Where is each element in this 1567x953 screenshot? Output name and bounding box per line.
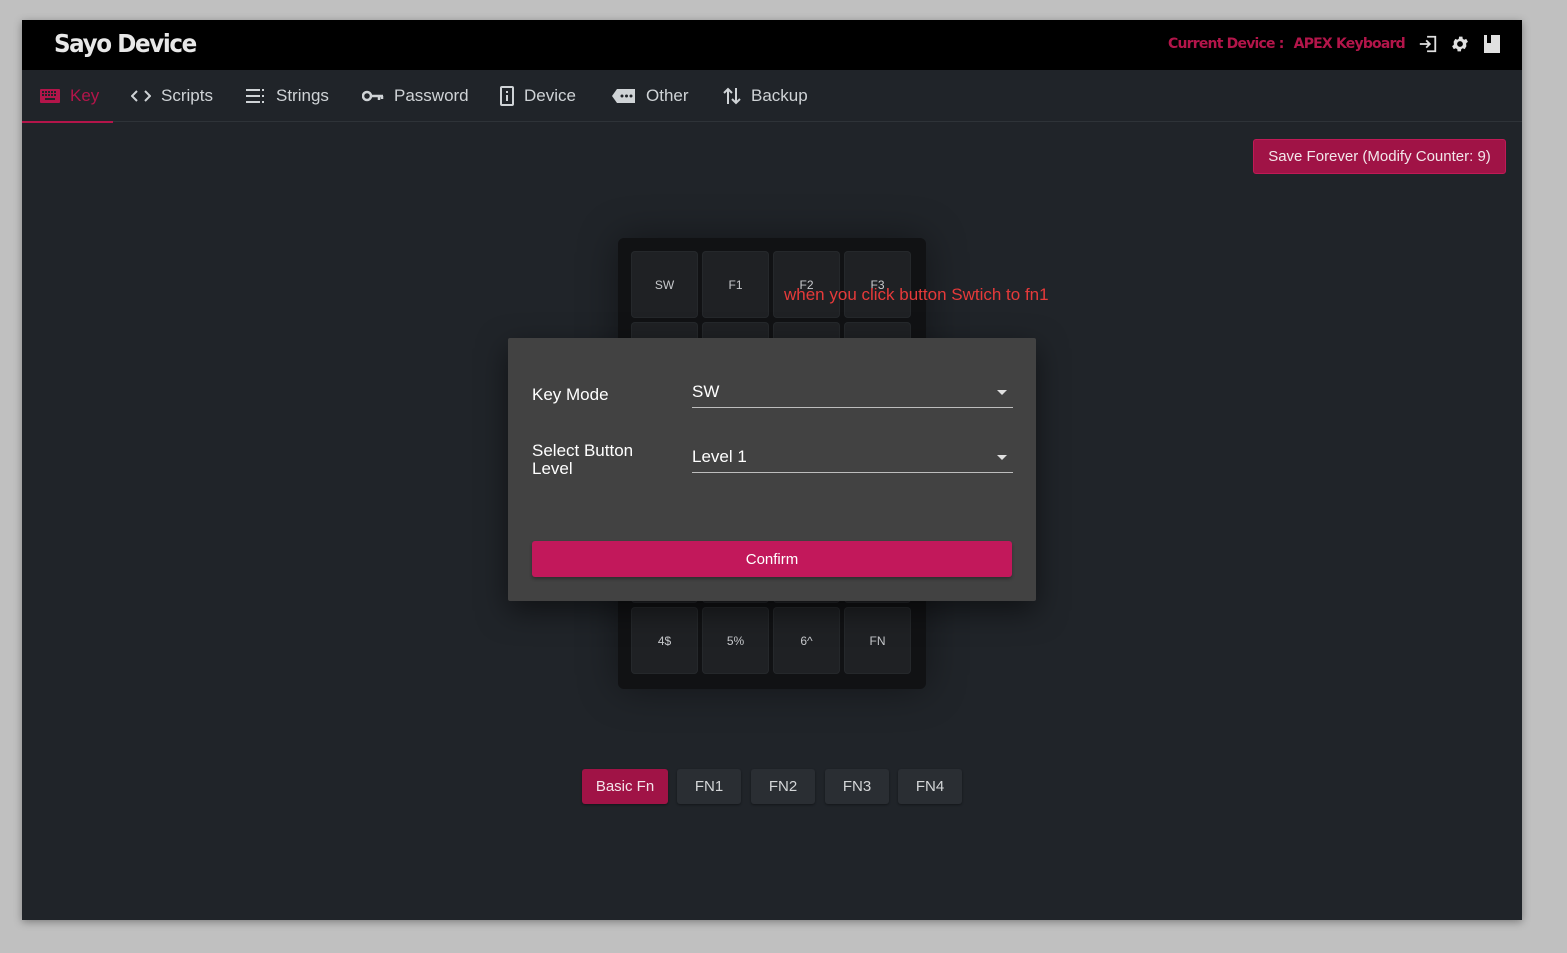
chevron-down-icon: [997, 455, 1007, 460]
key-f1[interactable]: F1: [702, 251, 769, 318]
current-device-label: Current Device :: [1168, 36, 1284, 52]
chevron-down-icon: [997, 390, 1007, 395]
confirm-button[interactable]: Confirm: [532, 541, 1012, 577]
device-icon: [500, 86, 514, 106]
button-level-value: Level 1: [692, 447, 747, 466]
fn-tab-fn1[interactable]: FN1: [677, 769, 741, 804]
tab-key-label: Key: [70, 86, 100, 105]
key-6[interactable]: 6^: [773, 607, 840, 674]
fn-tab-basic[interactable]: Basic Fn: [582, 769, 668, 804]
tab-password-label: Password: [394, 86, 469, 105]
button-level-label-line2: Level: [532, 459, 573, 478]
fn-tab-fn2[interactable]: FN2: [751, 769, 815, 804]
key-mode-select[interactable]: SW: [692, 378, 1013, 408]
tab-strings[interactable]: Strings: [246, 70, 329, 122]
tab-scripts[interactable]: Scripts: [131, 70, 213, 122]
tab-password[interactable]: Password: [362, 70, 469, 122]
main-tabs: Key Scripts Strings Password Device Othe…: [22, 70, 1522, 123]
key-sw[interactable]: SW: [631, 251, 698, 318]
key-mode-label: Key Mode: [532, 385, 609, 404]
top-bar: Sayo Device Current Device : APEX Keyboa…: [22, 20, 1522, 70]
code-icon: [131, 90, 151, 102]
keyboard-icon: [40, 89, 60, 103]
current-device: Current Device : APEX Keyboard: [1168, 36, 1406, 52]
tab-backup-label: Backup: [751, 86, 808, 105]
tab-strings-label: Strings: [276, 86, 329, 105]
tab-other[interactable]: Other: [612, 70, 689, 122]
key-mode-value: SW: [692, 382, 720, 401]
tab-device-label: Device: [524, 86, 576, 105]
dots-icon: [612, 89, 635, 103]
tab-backup[interactable]: Backup: [723, 70, 808, 122]
tab-other-label: Other: [646, 86, 689, 105]
current-device-name: APEX Keyboard: [1293, 36, 1406, 52]
button-level-select[interactable]: Level 1: [692, 443, 1013, 473]
fn-tab-fn3[interactable]: FN3: [825, 769, 889, 804]
top-icons: [1418, 32, 1502, 56]
brand-title: Sayo Device: [54, 29, 197, 58]
book-icon[interactable]: [1482, 32, 1502, 56]
key-fn[interactable]: FN: [844, 607, 911, 674]
tab-scripts-label: Scripts: [161, 86, 213, 105]
button-level-label: Select Button Level: [532, 442, 633, 478]
swap-icon: [723, 87, 741, 105]
button-level-label-line1: Select Button: [532, 441, 634, 460]
key-settings-dialog: Key Mode SW Select Button Level Level 1 …: [508, 338, 1036, 601]
tab-device[interactable]: Device: [500, 70, 576, 122]
fn-tab-fn4[interactable]: FN4: [898, 769, 962, 804]
key-5[interactable]: 5%: [702, 607, 769, 674]
key-icon: [362, 90, 384, 102]
login-icon[interactable]: [1418, 32, 1438, 56]
annotation-text: when you click button Swtich to fn1: [784, 285, 1049, 304]
fn-layer-tabs: Basic Fn FN1 FN2 FN3 FN4: [22, 769, 1522, 804]
save-forever-button[interactable]: Save Forever (Modify Counter: 9): [1253, 139, 1506, 174]
app-window: Sayo Device Current Device : APEX Keyboa…: [22, 20, 1522, 920]
gear-icon[interactable]: [1450, 32, 1470, 56]
key-4[interactable]: 4$: [631, 607, 698, 674]
tab-key[interactable]: Key: [22, 70, 114, 123]
list-icon: [246, 89, 264, 103]
